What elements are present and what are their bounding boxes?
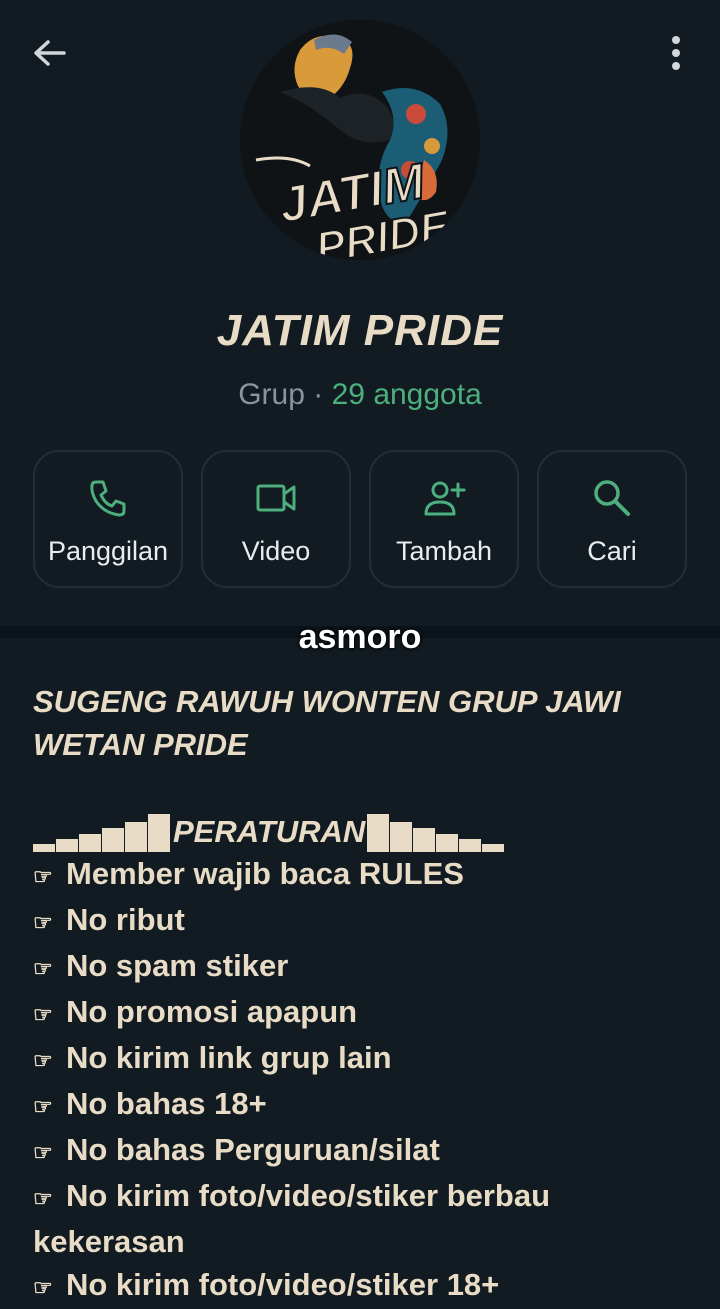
- group-logo-image: JATIM PRIDE: [240, 20, 480, 260]
- pointing-hand-icon: ☞: [33, 1140, 53, 1165]
- call-button[interactable]: Panggilan: [33, 450, 183, 588]
- rule-item: ☞ No ribut: [33, 898, 693, 944]
- rule-item: ☞ No bahas 18+: [33, 1082, 693, 1128]
- search-icon: [594, 480, 630, 516]
- add-member-button-label: Tambah: [395, 536, 493, 566]
- pointing-hand-icon: ☞: [33, 1275, 53, 1300]
- description-title: SUGENG RAWUH WONTEN GRUP JAWI WETAN PRID…: [33, 684, 621, 762]
- group-info-header: JATIM PRIDE JATIM PRIDE Grup · 29 anggot…: [0, 0, 720, 626]
- rising-bars-decoration: [33, 812, 171, 852]
- pointing-hand-icon: ☞: [33, 910, 53, 935]
- pointing-hand-icon: ☞: [33, 1094, 53, 1119]
- pointing-hand-icon: ☞: [33, 1002, 53, 1027]
- rules-heading-text: PERATURAN: [173, 814, 366, 849]
- more-options-button[interactable]: [654, 30, 698, 78]
- falling-bars-decoration: [367, 812, 505, 852]
- call-button-label: Panggilan: [47, 536, 169, 566]
- watermark-text: asmoro: [298, 618, 422, 656]
- rule-item: ☞ Member wajib baca RULES: [33, 852, 693, 898]
- more-vertical-icon: [672, 36, 680, 70]
- rule-item: ☞ No promosi apapun: [33, 990, 693, 1036]
- add-member-button[interactable]: Tambah: [369, 450, 519, 588]
- back-button[interactable]: [28, 32, 72, 76]
- add-person-icon: [424, 481, 466, 516]
- video-button-label: Video: [241, 536, 311, 566]
- pointing-hand-icon: ☞: [33, 864, 53, 889]
- pointing-hand-icon: ☞: [33, 1048, 53, 1073]
- group-subtitle: Grup · 29 anggota: [0, 378, 720, 412]
- rule-item: ☞ No kirim foto/video/stiker berbau keker…: [33, 1178, 551, 1259]
- phone-icon: [90, 480, 126, 517]
- pointing-hand-icon: ☞: [33, 1186, 53, 1211]
- rule-item: ☞ No spam stiker: [33, 944, 693, 990]
- search-button[interactable]: Cari: [537, 450, 687, 588]
- group-name: JATIM PRIDE: [216, 306, 504, 355]
- subtitle-separator: ·: [313, 378, 324, 411]
- rule-item: ☞ No kirim foto/video/stiker 18+: [33, 1263, 693, 1309]
- rule-item: ☞ No kirim link grup lain: [33, 1036, 693, 1082]
- rules-heading: PERATURAN: [33, 809, 693, 852]
- video-icon: [256, 484, 296, 512]
- rule-item: ☞ No bahas Perguruan/silat: [33, 1128, 693, 1174]
- group-type-label: Grup: [238, 378, 305, 411]
- search-button-label: Cari: [587, 536, 637, 566]
- pointing-hand-icon: ☞: [33, 956, 53, 981]
- video-button[interactable]: Video: [201, 450, 351, 588]
- member-count-link[interactable]: 29 anggota: [332, 378, 482, 411]
- group-description[interactable]: SUGENG RAWUH WONTEN GRUP JAWI WETAN PRID…: [33, 680, 693, 1309]
- back-arrow-icon: [34, 40, 66, 66]
- group-avatar[interactable]: JATIM PRIDE: [240, 20, 480, 260]
